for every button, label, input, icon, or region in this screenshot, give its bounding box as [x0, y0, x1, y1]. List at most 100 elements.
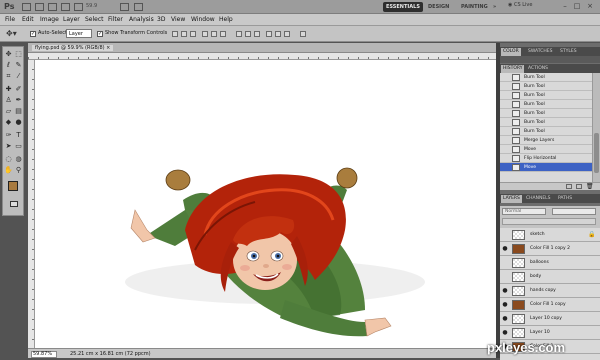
color-panel-collapsed[interactable] — [500, 56, 600, 63]
eye-icon[interactable]: ● — [501, 301, 509, 309]
new-document-icon[interactable] — [576, 184, 582, 189]
menu-3d[interactable]: 3D — [157, 16, 165, 23]
tab-color[interactable]: COLOR — [501, 48, 521, 56]
align-hcenter-icon[interactable] — [211, 31, 217, 37]
move-tool-preset-icon[interactable]: ✥▾ — [6, 29, 17, 38]
distribute-top-icon[interactable] — [236, 31, 242, 37]
status-zoom-field[interactable]: 59.87% — [31, 351, 57, 358]
close-button[interactable]: × — [585, 2, 595, 11]
path-selection-tool-icon[interactable]: ➤ — [4, 142, 13, 151]
tab-history[interactable]: HISTORY — [501, 65, 525, 73]
tab-actions[interactable]: ACTIONS — [526, 65, 550, 73]
cs-live-button[interactable]: ◉ CS Live — [508, 2, 532, 8]
menu-filter[interactable]: Filter — [108, 16, 123, 23]
distribute-bottom-icon[interactable] — [254, 31, 260, 37]
vertical-ruler[interactable] — [28, 60, 35, 348]
align-vcenter-icon[interactable] — [181, 31, 187, 37]
maximize-button[interactable]: □ — [572, 2, 582, 11]
blend-mode-dropdown[interactable]: Normal — [502, 208, 546, 215]
history-item[interactable]: Flip Horizontal — [500, 154, 592, 163]
blur-tool-icon[interactable]: ◆ — [4, 118, 13, 127]
auto-select-checkbox[interactable]: ✓ — [30, 31, 36, 37]
show-transform-checkbox[interactable]: ✓ — [97, 31, 103, 37]
history-item[interactable]: Burn Tool — [500, 127, 592, 136]
history-item[interactable]: Burn Tool — [500, 109, 592, 118]
workspace-design[interactable]: DESIGN — [425, 2, 452, 12]
menu-select[interactable]: Select — [85, 16, 104, 23]
clone-stamp-tool-icon[interactable]: ♙ — [4, 96, 13, 105]
history-item-selected[interactable]: Move — [500, 163, 592, 172]
distribute-hcenter-icon[interactable] — [275, 31, 281, 37]
quick-mask-icon[interactable] — [10, 201, 18, 207]
trash-icon[interactable]: 🗑 — [586, 183, 594, 190]
tab-channels[interactable]: CHANNELS — [524, 195, 553, 203]
screen-mode-icon[interactable] — [134, 3, 143, 11]
eye-icon[interactable]: ● — [501, 287, 509, 295]
menu-view[interactable]: View — [171, 16, 185, 23]
layer-row[interactable]: ● Color Fill 1 copy 2 — [500, 242, 600, 256]
history-brush-tool-icon[interactable]: ✒ — [14, 96, 23, 105]
workspace-essentials[interactable]: ESSENTIALS — [383, 2, 423, 12]
layer-row[interactable]: ● Color Fill 1 copy — [500, 298, 600, 312]
layer-row[interactable]: ● hands copy — [500, 284, 600, 298]
eyedropper-tool-icon[interactable]: ⁄ — [14, 72, 23, 81]
bridge-icon[interactable] — [22, 3, 31, 11]
3d-rotate-tool-icon[interactable]: ◌ — [4, 155, 13, 164]
distribute-vcenter-icon[interactable] — [245, 31, 251, 37]
dodge-tool-icon[interactable]: ● — [14, 118, 23, 127]
tab-styles[interactable]: STYLES — [558, 48, 579, 56]
history-item[interactable]: Burn Tool — [500, 91, 592, 100]
layer-row[interactable]: sketch 🔒 — [500, 228, 600, 242]
eraser-tool-icon[interactable]: ▱ — [4, 107, 13, 116]
layer-row[interactable]: balloons — [500, 256, 600, 270]
mini-bridge-icon[interactable] — [35, 3, 44, 11]
eye-icon[interactable]: ● — [501, 245, 509, 253]
menu-file[interactable]: File — [5, 16, 15, 23]
layer-row[interactable]: ● Layer 10 — [500, 326, 600, 340]
auto-select-dropdown[interactable]: Layer — [66, 29, 92, 38]
eye-icon[interactable]: ● — [501, 329, 509, 337]
history-item[interactable]: Burn Tool — [500, 82, 592, 91]
tab-paths[interactable]: PATHS — [556, 195, 574, 203]
visibility-toggle-off[interactable] — [501, 259, 509, 267]
zoom-icon[interactable] — [74, 3, 83, 11]
visibility-toggle-off[interactable] — [501, 231, 509, 239]
history-item[interactable]: Burn Tool — [500, 118, 592, 127]
document-tab[interactable]: flying.psd @ 59.9% (RGB/8) × — [32, 45, 114, 51]
history-scroll-thumb[interactable] — [594, 133, 599, 173]
3d-orbit-tool-icon[interactable]: ◍ — [14, 155, 23, 164]
align-bottom-icon[interactable] — [190, 31, 196, 37]
minimize-button[interactable]: – — [560, 2, 570, 11]
menu-image[interactable]: Image — [40, 16, 59, 23]
history-item[interactable]: Move — [500, 145, 592, 154]
distribute-left-icon[interactable] — [266, 31, 272, 37]
menu-analysis[interactable]: Analysis — [129, 16, 154, 23]
guides-icon[interactable] — [48, 3, 57, 11]
history-scrollbar[interactable] — [592, 73, 600, 182]
history-item[interactable]: Burn Tool — [500, 73, 592, 82]
foreground-color-swatch[interactable] — [8, 181, 18, 191]
layer-row[interactable]: body — [500, 270, 600, 284]
distribute-right-icon[interactable] — [284, 31, 290, 37]
menu-window[interactable]: Window — [191, 16, 215, 23]
menu-layer[interactable]: Layer — [63, 16, 80, 23]
tab-swatches[interactable]: SWATCHES — [526, 48, 555, 56]
brush-tool-icon[interactable]: ✐ — [14, 85, 23, 94]
layer-row[interactable]: ● Layer 10 copy — [500, 312, 600, 326]
history-item[interactable]: Merge Layers — [500, 136, 592, 145]
gradient-tool-icon[interactable]: ▤ — [14, 107, 23, 116]
hand-icon[interactable] — [61, 3, 70, 11]
menu-help[interactable]: Help — [219, 16, 233, 23]
zoom-level[interactable]: 59.9 — [86, 3, 97, 9]
quick-select-tool-icon[interactable]: ✎ — [14, 61, 23, 70]
new-snapshot-icon[interactable] — [566, 184, 572, 189]
opacity-field[interactable] — [552, 208, 596, 215]
marquee-tool-icon[interactable]: ⬚ — [14, 50, 23, 59]
eye-icon[interactable]: ● — [501, 315, 509, 323]
status-document-info[interactable]: 25.21 cm x 16.81 cm (72 ppcm) — [70, 351, 151, 357]
shape-tool-icon[interactable]: ▭ — [14, 142, 23, 151]
pen-tool-icon[interactable]: ✑ — [4, 131, 13, 140]
auto-align-icon[interactable] — [300, 31, 306, 37]
menu-edit[interactable]: Edit — [22, 16, 34, 23]
history-item[interactable]: Burn Tool — [500, 100, 592, 109]
